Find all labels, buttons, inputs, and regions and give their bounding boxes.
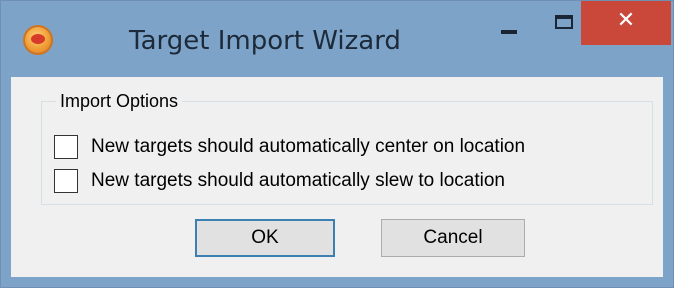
app-logo-icon[interactable] (23, 25, 53, 55)
slew-to-location-label[interactable]: New targets should automatically slew to… (91, 170, 505, 192)
minimize-button[interactable] (485, 1, 531, 45)
minimize-icon (501, 30, 517, 34)
window-title: Target Import Wizard (129, 26, 401, 56)
target-import-wizard-window: Target Import Wizard ✕ Import Options Ne… (0, 0, 674, 288)
center-on-location-label[interactable]: New targets should automatically center … (91, 136, 525, 158)
cancel-button[interactable]: Cancel (381, 219, 525, 257)
group-label: Import Options (56, 88, 183, 114)
center-on-location-checkbox[interactable] (54, 135, 78, 159)
close-button[interactable]: ✕ (581, 1, 671, 45)
maximize-icon (555, 15, 573, 29)
import-options-group: Import Options New targets should automa… (41, 88, 653, 205)
slew-to-location-option[interactable]: New targets should automatically slew to… (54, 168, 505, 194)
ok-button[interactable]: OK (195, 219, 335, 257)
maximize-button[interactable] (539, 1, 587, 45)
slew-to-location-checkbox[interactable] (54, 169, 78, 193)
dialog-body: Import Options New targets should automa… (11, 77, 663, 277)
close-icon: ✕ (616, 8, 636, 33)
center-on-location-option[interactable]: New targets should automatically center … (54, 134, 525, 160)
title-bar[interactable]: Target Import Wizard ✕ (1, 1, 673, 77)
